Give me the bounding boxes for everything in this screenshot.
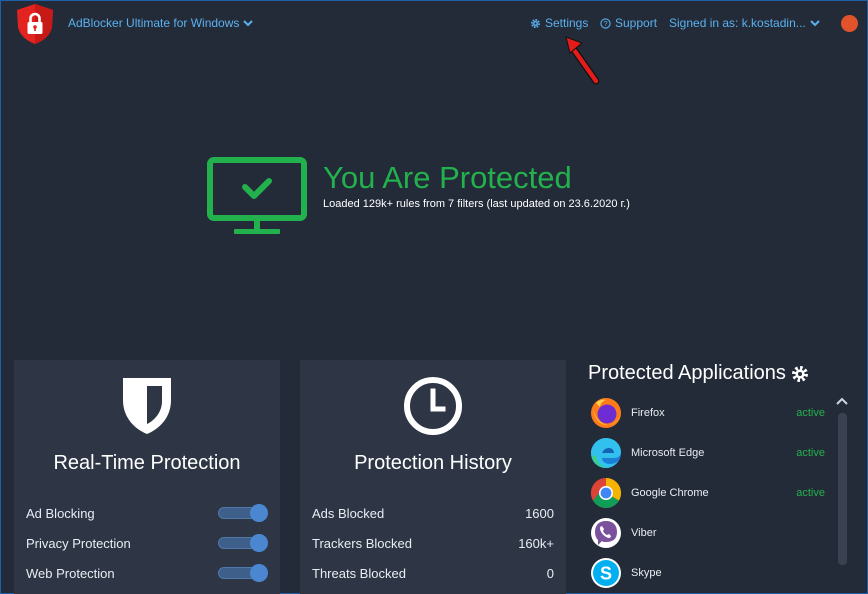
viber-icon [591, 518, 621, 548]
signed-in-label: Signed in as: k.kostadin... [669, 16, 806, 30]
web-protection-toggle[interactable] [218, 564, 268, 582]
close-button[interactable] [841, 15, 858, 32]
filters-status-text: Loaded 129k+ rules from 7 filters (last … [323, 198, 630, 210]
app-status: active [796, 447, 825, 459]
ads-blocked-value: 1600 [525, 505, 554, 521]
skype-icon: S [591, 558, 621, 588]
app-name: Google Chrome [631, 487, 709, 499]
app-row-firefox[interactable]: Firefox active [590, 396, 825, 430]
gear-icon[interactable] [791, 365, 809, 383]
web-protection-label: Web Protection [26, 565, 115, 581]
app-status: active [796, 407, 825, 419]
app-name: Microsoft Edge [631, 447, 705, 459]
ads-blocked-label: Ads Blocked [312, 505, 385, 521]
chevron-down-icon [243, 20, 254, 27]
ad-blocking-toggle[interactable] [218, 504, 268, 522]
privacy-protection-row: Privacy Protection [26, 533, 268, 553]
clock-icon [404, 377, 462, 435]
ads-blocked-row: Ads Blocked 1600 [312, 503, 554, 523]
help-circle-icon: ? [600, 17, 611, 29]
ad-blocking-label: Ad Blocking [26, 505, 95, 521]
app-name: Skype [631, 567, 662, 579]
app-row-chrome[interactable]: Google Chrome active [590, 476, 825, 510]
app-row-viber[interactable]: Viber [590, 516, 825, 550]
apps-scrollbar[interactable] [838, 413, 847, 565]
realtime-protection-card: Real-Time Protection Ad Blocking Privacy… [14, 360, 280, 594]
header-bar: AdBlocker Ultimate for Windows Settings … [0, 0, 868, 48]
firefox-icon [591, 398, 621, 428]
app-title-menu[interactable]: AdBlocker Ultimate for Windows [68, 16, 254, 30]
realtime-protection-title: Real-Time Protection [53, 452, 241, 474]
trackers-blocked-label: Trackers Blocked [312, 535, 412, 551]
protection-history-title: Protection History [354, 452, 512, 474]
app-name: Viber [631, 527, 657, 539]
support-label: Support [615, 16, 658, 30]
settings-link[interactable]: Settings [530, 16, 588, 30]
scroll-up-chevron-icon[interactable] [835, 395, 849, 407]
app-title-label: AdBlocker Ultimate for Windows [68, 16, 240, 30]
privacy-protection-label: Privacy Protection [26, 535, 131, 551]
svg-text:S: S [600, 564, 612, 584]
shield-lock-logo-icon [17, 4, 53, 44]
ad-blocking-row: Ad Blocking [26, 503, 268, 523]
account-menu[interactable]: Signed in as: k.kostadin... [669, 16, 820, 30]
protection-history-card: Protection History Ads Blocked 1600 Trac… [300, 360, 566, 594]
app-row-edge[interactable]: Microsoft Edge active [590, 436, 825, 470]
settings-label: Settings [545, 16, 589, 30]
svg-text:?: ? [603, 18, 607, 27]
trackers-blocked-value: 160k+ [518, 535, 554, 551]
privacy-protection-toggle[interactable] [218, 534, 268, 552]
protected-applications-title: Protected Applications [588, 362, 786, 384]
shield-icon [123, 378, 171, 434]
protection-status-title: You Are Protected [323, 160, 572, 195]
edge-icon [591, 438, 621, 468]
threats-blocked-row: Threats Blocked 0 [312, 563, 554, 583]
red-arrow-annotation-icon [565, 36, 600, 85]
gear-icon [531, 18, 540, 28]
app-name: Firefox [631, 407, 665, 419]
threats-blocked-value: 0 [546, 565, 554, 581]
monitor-check-icon [207, 157, 307, 234]
protected-applications-header: Protected Applications [588, 362, 809, 385]
app-status: active [796, 487, 825, 499]
support-link[interactable]: ? Support [600, 16, 657, 30]
trackers-blocked-row: Trackers Blocked 160k+ [312, 533, 554, 553]
chevron-down-icon [810, 20, 820, 27]
web-protection-row: Web Protection [26, 563, 268, 583]
app-row-skype[interactable]: S Skype [590, 556, 825, 590]
threats-blocked-label: Threats Blocked [312, 565, 406, 581]
chrome-icon [590, 478, 622, 508]
